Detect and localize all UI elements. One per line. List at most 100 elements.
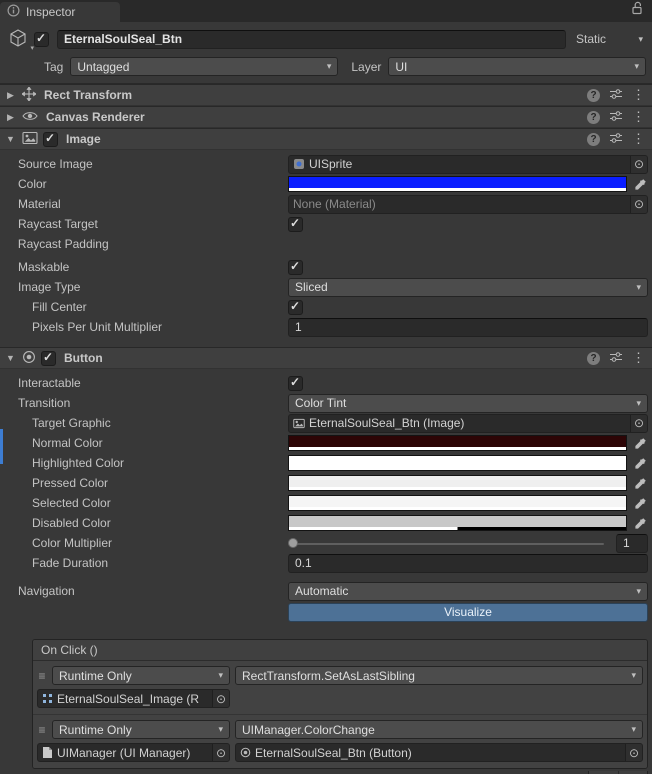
navigation-dropdown[interactable]: Automatic ▾	[288, 581, 648, 601]
drag-handle-icon[interactable]: ≡	[37, 669, 47, 683]
eyedropper-icon[interactable]	[632, 497, 648, 510]
color-label: Color	[18, 177, 47, 191]
object-picker-icon[interactable]: ⊙	[625, 744, 642, 761]
interactable-checkbox[interactable]: ✓	[288, 375, 303, 391]
component-header-image[interactable]: ▼ ✓ Image ? ⋮	[0, 128, 652, 150]
highlighted-color-swatch[interactable]	[288, 455, 627, 471]
on-click-event-box: On Click () ≡ Runtime Only ▾ RectTransfo…	[32, 639, 648, 769]
color-multiplier-slider[interactable]	[288, 535, 606, 551]
maskable-checkbox[interactable]: ✓	[288, 259, 303, 275]
visualize-button[interactable]: Visualize	[288, 602, 648, 622]
pressed-color-label: Pressed Color	[32, 476, 109, 490]
selected-color-swatch[interactable]	[288, 495, 627, 511]
color-multiplier-input[interactable]	[616, 533, 648, 553]
static-dropdown[interactable]: Static ▾	[576, 32, 646, 46]
navigation-label: Navigation	[18, 584, 75, 598]
color-swatch[interactable]	[288, 176, 627, 192]
kebab-menu-icon[interactable]: ⋮	[632, 350, 645, 366]
kebab-menu-icon[interactable]: ⋮	[632, 131, 645, 147]
chevron-down-icon: ▾	[218, 724, 223, 734]
object-picker-icon[interactable]: ⊙	[212, 744, 229, 761]
component-header-canvas-renderer[interactable]: ▶ Canvas Renderer ? ⋮	[0, 106, 652, 128]
eyedropper-icon[interactable]	[632, 178, 648, 191]
dock-edge-highlight	[0, 429, 3, 464]
fade-duration-input[interactable]	[288, 553, 648, 573]
pressed-color-swatch[interactable]	[288, 475, 627, 491]
gameobject-active-checkbox[interactable]: ✓	[34, 31, 49, 47]
component-header-button[interactable]: ▼ ✓ Button ? ⋮	[0, 347, 652, 369]
raycast-target-row: Raycast Target ✓	[0, 214, 648, 234]
presets-icon[interactable]	[609, 132, 623, 147]
event-function-dropdown[interactable]: UIManager.ColorChange ▾	[235, 720, 643, 739]
button-enabled-checkbox[interactable]: ✓	[41, 350, 56, 366]
normal-color-swatch[interactable]	[288, 435, 627, 451]
interactable-label: Interactable	[18, 376, 81, 390]
event-target-object-field[interactable]: UIManager (UI Manager) ⊙	[37, 743, 230, 762]
highlighted-color-label: Highlighted Color	[32, 456, 125, 470]
eyedropper-icon[interactable]	[632, 457, 648, 470]
gameobject-icon-selector[interactable]: ▾	[6, 27, 34, 52]
chevron-down-icon: ▾	[631, 724, 636, 734]
eyedropper-icon[interactable]	[632, 477, 648, 490]
layer-label: Layer	[351, 59, 382, 74]
chevron-down-icon: ▾	[636, 397, 641, 408]
color-multiplier-label: Color Multiplier	[32, 536, 113, 550]
source-image-object-field[interactable]: UISprite ⊙	[288, 154, 648, 174]
drag-handle-icon[interactable]: ≡	[37, 723, 47, 737]
layer-dropdown[interactable]: UI ▾	[388, 57, 646, 76]
canvas-renderer-icon	[22, 110, 38, 125]
help-icon[interactable]: ?	[587, 132, 600, 146]
pixels-per-unit-input[interactable]	[288, 317, 648, 337]
image-component-body: Source Image UISprite ⊙ Color Material N…	[0, 150, 652, 347]
raycast-target-checkbox[interactable]: ✓	[288, 216, 303, 232]
transition-dropdown[interactable]: Color Tint ▾	[288, 393, 648, 413]
chevron-down-icon: ▾	[631, 670, 636, 680]
tag-dropdown[interactable]: Untagged ▾	[70, 57, 339, 76]
object-picker-icon[interactable]: ⊙	[630, 414, 647, 432]
on-click-title: On Click ()	[41, 643, 98, 657]
object-picker-icon[interactable]: ⊙	[212, 690, 229, 707]
object-picker-icon[interactable]: ⊙	[630, 195, 647, 213]
tab-title: Inspector	[26, 5, 76, 19]
target-graphic-object-field[interactable]: EternalSoulSeal_Btn (Image) ⊙	[288, 413, 648, 433]
eyedropper-icon[interactable]	[632, 517, 648, 530]
foldout-icon[interactable]: ▼	[4, 134, 17, 144]
pixels-per-unit-label: Pixels Per Unit Multiplier	[32, 320, 163, 334]
gameobject-name-input[interactable]	[57, 29, 566, 49]
lock-button[interactable]	[631, 1, 643, 18]
tab-inspector[interactable]: Inspector	[0, 2, 120, 22]
presets-icon[interactable]	[609, 88, 623, 103]
color-row: Color	[0, 174, 648, 194]
image-enabled-checkbox[interactable]: ✓	[43, 131, 58, 147]
presets-icon[interactable]	[609, 351, 623, 366]
foldout-icon[interactable]: ▼	[4, 353, 17, 363]
event-target-object-field[interactable]: EternalSoulSeal_Image (R ⊙	[37, 689, 230, 708]
fill-center-checkbox[interactable]: ✓	[288, 299, 303, 315]
component-title: Image	[66, 132, 101, 146]
target-graphic-row: Target Graphic EternalSoulSeal_Btn (Imag…	[0, 413, 648, 433]
kebab-menu-icon[interactable]: ⋮	[632, 87, 645, 103]
chevron-down-icon: ▾	[634, 61, 639, 71]
kebab-menu-icon[interactable]: ⋮	[632, 109, 645, 125]
event-mode-dropdown[interactable]: Runtime Only ▾	[52, 666, 230, 685]
component-header-rect-transform[interactable]: ▶ Rect Transform ? ⋮	[0, 84, 652, 106]
help-icon[interactable]: ?	[587, 88, 600, 102]
help-icon[interactable]: ?	[587, 110, 600, 124]
event-argument-object-field[interactable]: EternalSoulSeal_Btn (Button) ⊙	[235, 743, 643, 762]
selected-color-row: Selected Color	[0, 493, 648, 513]
material-object-field[interactable]: None (Material) ⊙	[288, 194, 648, 214]
event-mode-dropdown[interactable]: Runtime Only ▾	[52, 720, 230, 739]
eyedropper-icon[interactable]	[632, 437, 648, 450]
transition-row: Transition Color Tint ▾	[0, 393, 648, 413]
foldout-icon[interactable]: ▶	[4, 90, 17, 101]
image-component-icon	[22, 131, 38, 148]
image-type-dropdown[interactable]: Sliced ▾	[288, 277, 648, 297]
presets-icon[interactable]	[609, 110, 623, 125]
help-icon[interactable]: ?	[587, 351, 600, 365]
slider-handle[interactable]	[288, 538, 298, 548]
object-picker-icon[interactable]: ⊙	[630, 155, 647, 173]
event-function-dropdown[interactable]: RectTransform.SetAsLastSibling ▾	[235, 666, 643, 685]
foldout-icon[interactable]: ▶	[4, 112, 17, 123]
disabled-color-swatch[interactable]	[288, 515, 627, 531]
source-image-label: Source Image	[18, 157, 93, 171]
